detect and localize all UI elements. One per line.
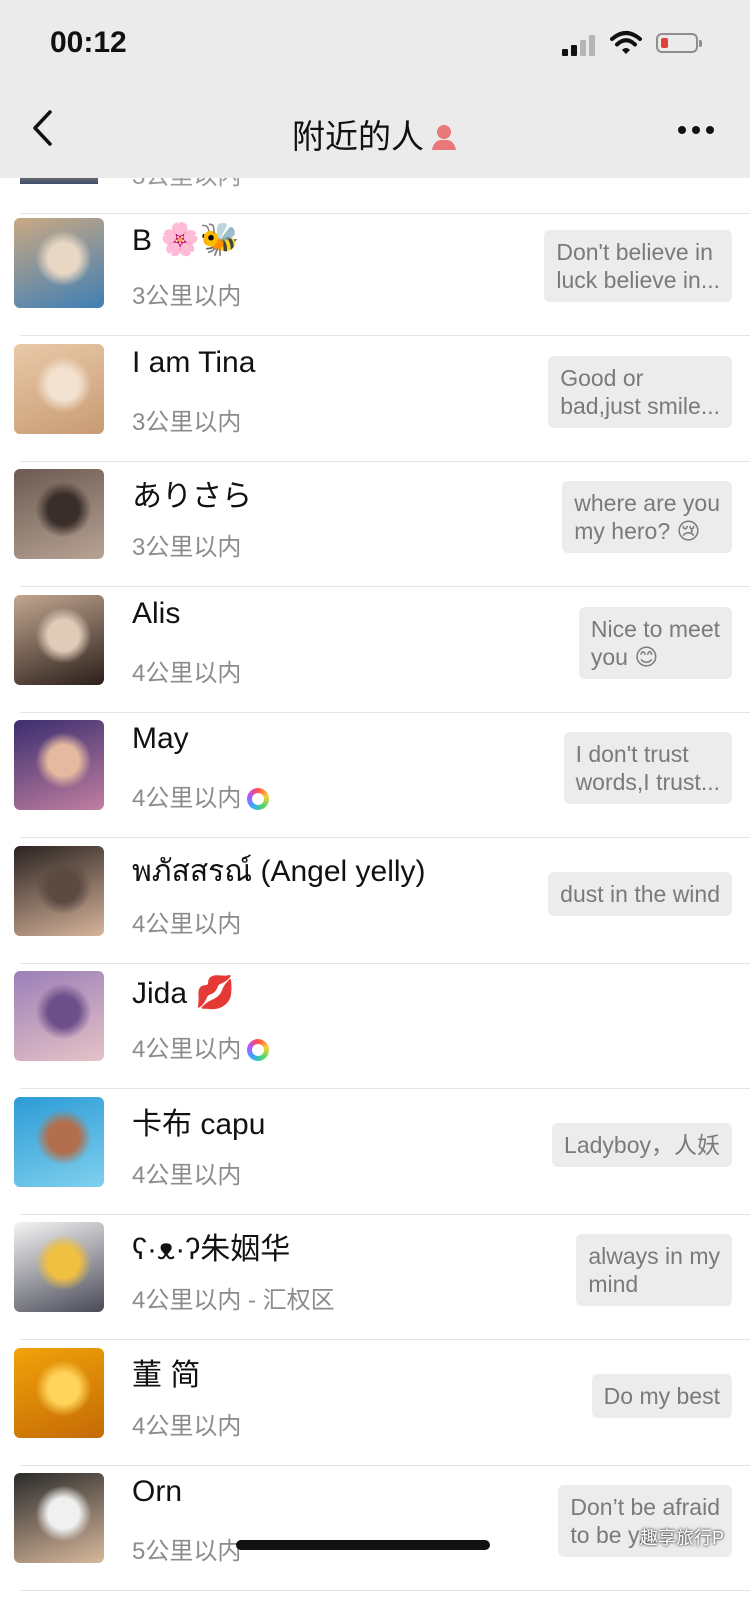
- user-name-text: May: [132, 722, 189, 755]
- avatar: [14, 1222, 104, 1312]
- distance-label: 3公里以内: [132, 408, 242, 436]
- status-ring-icon: [247, 788, 270, 810]
- avatar: [14, 218, 104, 308]
- user-name: ʕ·ᴥ·ʔ朱姻华: [132, 1224, 290, 1268]
- avatar: [14, 1473, 104, 1563]
- distance-label: 3公里以内: [132, 283, 242, 310]
- distance-text: 4公里以内 - 汇权区: [132, 1280, 335, 1315]
- female-user-icon: [432, 125, 456, 150]
- page-title: 附近的人: [0, 110, 750, 158]
- list-item[interactable]: 董 简 4公里以内 Do my best: [0, 1336, 750, 1466]
- distance-label: 3公里以内: [132, 534, 242, 561]
- list-item[interactable]: Jida 💋 4公里以内: [0, 959, 750, 1089]
- user-name-text: พภัสสรณ์ (Angel yelly): [132, 854, 426, 888]
- avatar: [14, 469, 104, 559]
- distance-label: 4公里以内: [132, 1036, 242, 1063]
- avatar: [14, 720, 104, 810]
- user-name: Orn: [132, 1475, 182, 1509]
- user-name-text: B: [132, 224, 153, 257]
- list-item[interactable]: B 🌸🐝 3公里以内 Don't believe in luck believe in…: [0, 206, 750, 336]
- distance-text: 4公里以内: [132, 653, 241, 688]
- divider: [20, 1590, 750, 1591]
- user-name-text: Alis: [132, 596, 181, 630]
- home-indicator[interactable]: [236, 1540, 490, 1550]
- distance-label: 4公里以内: [132, 659, 242, 687]
- distance-label: 4公里以内: [132, 910, 242, 938]
- avatar: [14, 1096, 104, 1187]
- distance-label: 5公里以内: [132, 1538, 242, 1565]
- user-name: B 🌸🐝: [132, 220, 240, 258]
- distance-text: 4公里以内: [132, 1029, 270, 1064]
- signature-bubble: dust in the wind: [548, 871, 732, 916]
- user-name-text: ʕ·ᴥ·ʔ朱姻华: [132, 1233, 291, 1266]
- status-ring-icon: [247, 1039, 270, 1061]
- status-time: 00:12: [50, 26, 127, 59]
- distance-text: 4公里以内: [132, 1406, 241, 1441]
- signature-bubble: Good or bad,just smile...: [548, 355, 732, 428]
- wifi-icon: [610, 31, 642, 54]
- user-name: 卡布 capu: [132, 1099, 265, 1143]
- user-name-text: Jida: [132, 977, 188, 1010]
- signature-bubble: Do my best: [591, 1373, 732, 1418]
- list-item[interactable]: May 4公里以内 I don't trust words,I trust...: [0, 708, 750, 838]
- list-item[interactable]: ありさら 3公里以内 where are you my hero? 😢: [0, 457, 750, 587]
- distance-text: 3公里以内: [132, 402, 241, 437]
- signature-bubble: Nice to meet you 😊: [578, 606, 732, 679]
- distance-text: 3公里以内: [132, 527, 241, 562]
- top-bar: 00:12 附近的人: [0, 0, 750, 178]
- avatar: [14, 594, 104, 685]
- distance-label: 4公里以内: [132, 1412, 242, 1440]
- user-name: 董 简: [132, 1350, 200, 1394]
- signature-bubble: where are you my hero? 😢: [562, 481, 732, 553]
- distance-text: 4公里以内: [132, 1155, 241, 1190]
- name-emoji-icon: 🌸🐝: [160, 221, 240, 257]
- list-item[interactable]: 卡布 capu 4公里以内 Ladyboy，人妖: [0, 1085, 750, 1215]
- distance-label: 4公里以内: [132, 785, 242, 812]
- page-title-text: 附近的人: [292, 118, 424, 155]
- user-name-text: I am Tina: [132, 345, 256, 379]
- more-button[interactable]: [678, 126, 714, 136]
- avatar: [14, 845, 104, 936]
- user-name: Jida 💋: [132, 973, 235, 1011]
- user-name-text: 董 简: [132, 1358, 201, 1392]
- user-name-text: Orn: [132, 1475, 183, 1508]
- distance-label: 4公里以内 - 汇权区: [132, 1287, 335, 1314]
- user-name: May: [132, 722, 189, 756]
- signature-bubble: Ladyboy，人妖: [552, 1122, 732, 1167]
- status-icons: [562, 30, 722, 60]
- list-item[interactable]: พภัสสรณ์ (Angel yelly) 4公里以内 dust in the w…: [0, 834, 750, 964]
- user-name: ありさら: [132, 471, 252, 515]
- list-item[interactable]: I am Tina 3公里以内 Good or bad,just smile...: [0, 332, 750, 462]
- signal-icon: [562, 34, 596, 56]
- distance-text: 5公里以内: [132, 1531, 241, 1566]
- watermark: 趣享旅行P: [639, 1528, 724, 1548]
- distance-text: 4公里以内: [132, 778, 270, 813]
- list-item[interactable]: Alis 4公里以内 Nice to meet you 😊: [0, 583, 750, 713]
- distance-text: 4公里以内: [132, 904, 241, 939]
- avatar: [14, 1347, 104, 1438]
- distance-label: 4公里以内: [132, 1161, 242, 1189]
- list-item[interactable]: ʕ·ᴥ·ʔ朱姻华 4公里以内 - 汇权区 always in my mind: [0, 1210, 750, 1340]
- avatar: [14, 343, 104, 434]
- user-name-text: 卡布 capu: [132, 1107, 266, 1141]
- user-name-text: ありさら: [132, 480, 252, 513]
- user-name: Alis: [132, 597, 180, 631]
- name-emoji-icon: 💋: [195, 974, 235, 1010]
- user-name: I am Tina: [132, 346, 255, 380]
- list-item[interactable]: Orn 5公里以内 Don’t be afraid to be y...: [0, 1461, 750, 1591]
- user-name: พภัสสรณ์ (Angel yelly): [132, 848, 426, 895]
- avatar: [14, 971, 104, 1061]
- signature-bubble: always in my mind: [576, 1234, 732, 1306]
- signature-bubble: Don't believe in luck believe in...: [544, 230, 732, 302]
- distance-text: 3公里以内: [132, 276, 241, 311]
- battery-icon: [656, 33, 702, 53]
- signature-bubble: I don't trust words,I trust...: [563, 732, 732, 804]
